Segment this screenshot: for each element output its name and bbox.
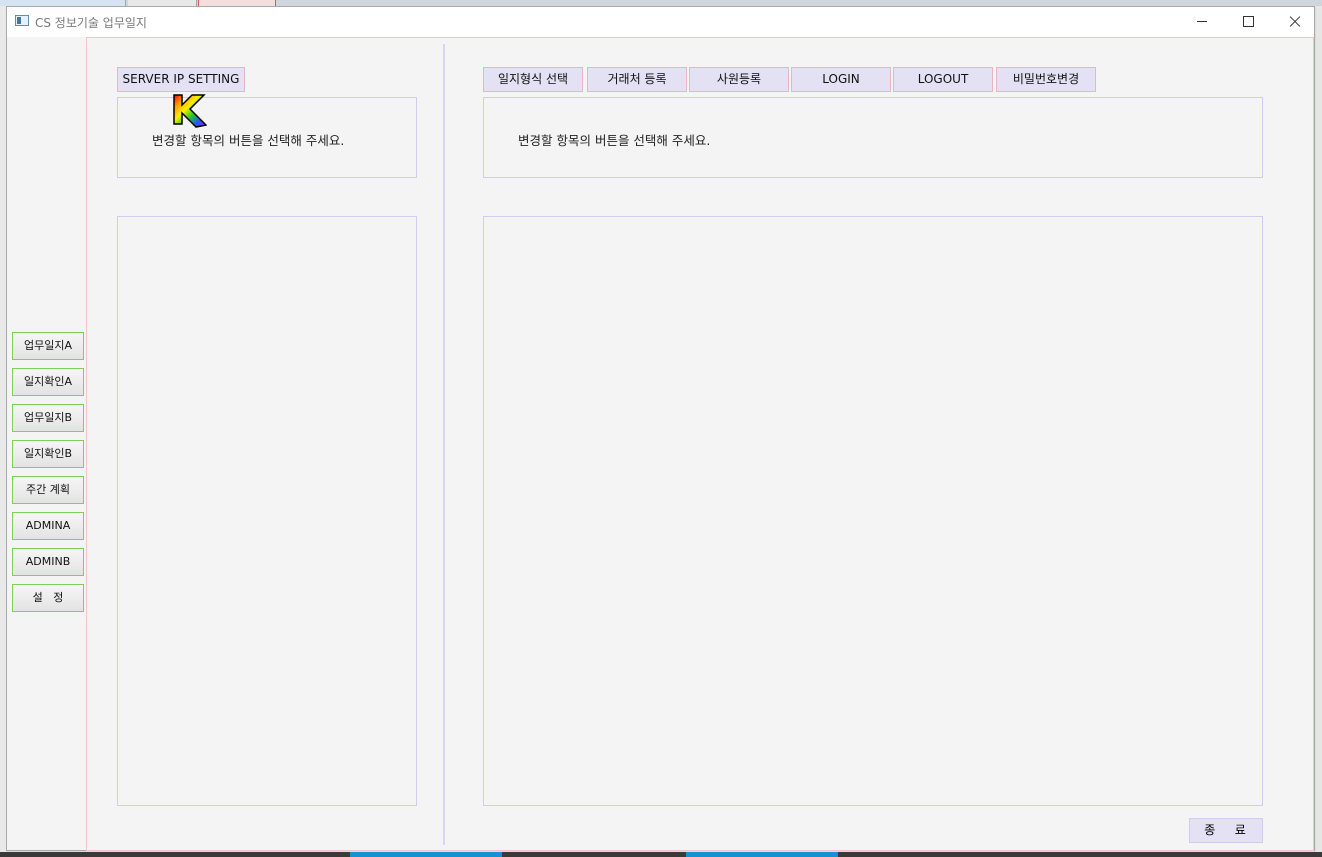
window-title: CS 정보기술 업무일지 [35, 16, 147, 30]
left-instruction-text: 변경할 항목의 버튼을 선택해 주세요. [152, 133, 345, 148]
background-window-edge [1316, 6, 1322, 852]
rainbow-k-icon [173, 94, 207, 128]
nav-button-work-log-b[interactable]: 업무일지B [12, 404, 84, 432]
server-ip-setting-button[interactable]: SERVER IP SETTING [117, 67, 245, 92]
title-bar[interactable]: CS 정보기술 업무일지 [7, 7, 1314, 37]
nav-button-settings[interactable]: 설 정 [12, 584, 84, 612]
maximize-button[interactable] [1225, 7, 1271, 37]
tab-change-password[interactable]: 비밀번호변경 [996, 67, 1096, 92]
app-icon [15, 15, 29, 26]
right-detail-panel [483, 216, 1263, 806]
right-message-panel: 변경할 항목의 버튼을 선택해 주세요. [483, 97, 1263, 178]
close-button[interactable] [1271, 7, 1317, 37]
minimize-button[interactable] [1179, 7, 1225, 37]
exit-button[interactable]: 종 료 [1189, 818, 1263, 843]
nav-button-log-check-b[interactable]: 일지확인B [12, 440, 84, 468]
tab-login[interactable]: LOGIN [791, 67, 891, 92]
tab-logout[interactable]: LOGOUT [893, 67, 993, 92]
tab-employee-registration[interactable]: 사원등록 [689, 67, 789, 92]
left-detail-panel [117, 216, 417, 806]
nav-button-work-log-a[interactable]: 업무일지A [12, 332, 84, 360]
background-taskbar [0, 852, 1322, 857]
background-taskbar-item [686, 852, 838, 857]
tab-client-registration[interactable]: 거래처 등록 [587, 67, 687, 92]
tab-log-format[interactable]: 일지형식 선택 [483, 67, 583, 92]
background-taskbar-item [350, 852, 502, 857]
nav-button-log-check-a[interactable]: 일지확인A [12, 368, 84, 396]
column-divider[interactable] [443, 44, 445, 845]
main-window: CS 정보기술 업무일지 업무일지A 일지확인A 업무일지B 일지확인B 주간 … [6, 6, 1315, 851]
nav-button-weekly-plan[interactable]: 주간 계획 [12, 476, 84, 504]
left-message-panel: 변경할 항목의 버튼을 선택해 주세요. [117, 97, 417, 178]
nav-button-adminb[interactable]: ADMINB [12, 548, 84, 576]
right-instruction-text: 변경할 항목의 버튼을 선택해 주세요. [518, 133, 711, 148]
nav-button-admina[interactable]: ADMINA [12, 512, 84, 540]
